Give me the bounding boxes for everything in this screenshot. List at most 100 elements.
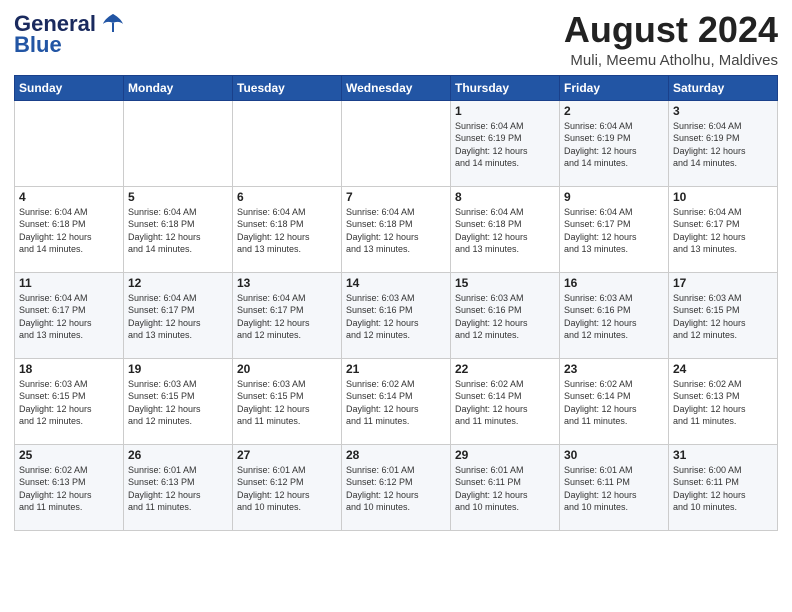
day-info: Sunrise: 6:01 AM Sunset: 6:11 PM Dayligh… — [455, 464, 555, 514]
calendar-header-row: SundayMondayTuesdayWednesdayThursdayFrid… — [15, 75, 778, 100]
title-block: August 2024 Muli, Meemu Atholhu, Maldive… — [564, 10, 778, 69]
calendar-cell: 20 Sunrise: 6:03 AM Sunset: 6:15 PM Dayli… — [233, 358, 342, 444]
day-info: Sunrise: 6:03 AM Sunset: 6:16 PM Dayligh… — [346, 292, 446, 342]
day-info: Sunrise: 6:04 AM Sunset: 6:17 PM Dayligh… — [128, 292, 228, 342]
day-number: 8 — [455, 190, 555, 204]
calendar-cell: 15 Sunrise: 6:03 AM Sunset: 6:16 PM Dayli… — [451, 272, 560, 358]
calendar-cell: 13Sunrise: 6:04 AM Sunset: 6:17 PM Dayli… — [233, 272, 342, 358]
calendar-cell: 2Sunrise: 6:04 AM Sunset: 6:19 PM Daylig… — [560, 100, 669, 186]
day-number: 12 — [128, 276, 228, 290]
day-info: Sunrise: 6:03 AM Sunset: 6:16 PM Dayligh… — [564, 292, 664, 342]
day-info: Sunrise: 6:04 AM Sunset: 6:18 PM Dayligh… — [237, 206, 337, 256]
calendar-cell: 27 Sunrise: 6:01 AM Sunset: 6:12 PM Dayli… — [233, 444, 342, 530]
day-number: 23 — [564, 362, 664, 376]
calendar-cell: 29 Sunrise: 6:01 AM Sunset: 6:11 PM Dayli… — [451, 444, 560, 530]
calendar-cell: 26 Sunrise: 6:01 AM Sunset: 6:13 PM Dayli… — [124, 444, 233, 530]
day-number: 27 — [237, 448, 337, 462]
day-number: 6 — [237, 190, 337, 204]
day-info: Sunrise: 6:03 AM Sunset: 6:15 PM Dayligh… — [237, 378, 337, 428]
day-info: Sunrise: 6:03 AM Sunset: 6:15 PM Dayligh… — [673, 292, 773, 342]
calendar-week-row: 25 Sunrise: 6:02 AM Sunset: 6:13 PM Dayli… — [15, 444, 778, 530]
weekday-header: Sunday — [15, 75, 124, 100]
calendar-cell: 5 Sunrise: 6:04 AM Sunset: 6:18 PM Daylig… — [124, 186, 233, 272]
day-number: 1 — [455, 104, 555, 118]
calendar-cell: 6 Sunrise: 6:04 AM Sunset: 6:18 PM Daylig… — [233, 186, 342, 272]
day-number: 24 — [673, 362, 773, 376]
day-number: 16 — [564, 276, 664, 290]
day-info: Sunrise: 6:02 AM Sunset: 6:13 PM Dayligh… — [673, 378, 773, 428]
calendar-cell: 1 Sunrise: 6:04 AM Sunset: 6:19 PM Daylig… — [451, 100, 560, 186]
calendar-week-row: 11Sunrise: 6:04 AM Sunset: 6:17 PM Dayli… — [15, 272, 778, 358]
calendar-cell — [124, 100, 233, 186]
day-info: Sunrise: 6:01 AM Sunset: 6:12 PM Dayligh… — [346, 464, 446, 514]
day-info: Sunrise: 6:04 AM Sunset: 6:17 PM Dayligh… — [564, 206, 664, 256]
calendar-cell: 24 Sunrise: 6:02 AM Sunset: 6:13 PM Dayli… — [669, 358, 778, 444]
day-number: 22 — [455, 362, 555, 376]
calendar-cell — [15, 100, 124, 186]
day-number: 5 — [128, 190, 228, 204]
weekday-header: Monday — [124, 75, 233, 100]
weekday-header: Tuesday — [233, 75, 342, 100]
calendar-cell: 21Sunrise: 6:02 AM Sunset: 6:14 PM Dayli… — [342, 358, 451, 444]
day-info: Sunrise: 6:04 AM Sunset: 6:19 PM Dayligh… — [564, 120, 664, 170]
calendar-cell: 19 Sunrise: 6:03 AM Sunset: 6:15 PM Dayli… — [124, 358, 233, 444]
sub-title: Muli, Meemu Atholhu, Maldives — [564, 52, 778, 69]
calendar-cell: 10 Sunrise: 6:04 AM Sunset: 6:17 PM Dayli… — [669, 186, 778, 272]
day-info: Sunrise: 6:04 AM Sunset: 6:18 PM Dayligh… — [346, 206, 446, 256]
day-info: Sunrise: 6:02 AM Sunset: 6:14 PM Dayligh… — [346, 378, 446, 428]
day-info: Sunrise: 6:01 AM Sunset: 6:12 PM Dayligh… — [237, 464, 337, 514]
day-info: Sunrise: 6:02 AM Sunset: 6:14 PM Dayligh… — [564, 378, 664, 428]
calendar-cell: 7Sunrise: 6:04 AM Sunset: 6:18 PM Daylig… — [342, 186, 451, 272]
day-number: 26 — [128, 448, 228, 462]
day-info: Sunrise: 6:03 AM Sunset: 6:15 PM Dayligh… — [128, 378, 228, 428]
logo-blue: Blue — [14, 32, 62, 58]
day-number: 31 — [673, 448, 773, 462]
day-number: 15 — [455, 276, 555, 290]
calendar-cell: 8Sunrise: 6:04 AM Sunset: 6:18 PM Daylig… — [451, 186, 560, 272]
day-number: 18 — [19, 362, 119, 376]
day-number: 20 — [237, 362, 337, 376]
day-number: 9 — [564, 190, 664, 204]
calendar-cell: 28Sunrise: 6:01 AM Sunset: 6:12 PM Dayli… — [342, 444, 451, 530]
calendar-cell: 11Sunrise: 6:04 AM Sunset: 6:17 PM Dayli… — [15, 272, 124, 358]
calendar-week-row: 18 Sunrise: 6:03 AM Sunset: 6:15 PM Dayli… — [15, 358, 778, 444]
day-number: 29 — [455, 448, 555, 462]
day-info: Sunrise: 6:00 AM Sunset: 6:11 PM Dayligh… — [673, 464, 773, 514]
day-info: Sunrise: 6:02 AM Sunset: 6:13 PM Dayligh… — [19, 464, 119, 514]
day-number: 3 — [673, 104, 773, 118]
main-title: August 2024 — [564, 10, 778, 50]
calendar-cell: 4Sunrise: 6:04 AM Sunset: 6:18 PM Daylig… — [15, 186, 124, 272]
calendar-cell: 3 Sunrise: 6:04 AM Sunset: 6:19 PM Daylig… — [669, 100, 778, 186]
calendar-week-row: 1 Sunrise: 6:04 AM Sunset: 6:19 PM Daylig… — [15, 100, 778, 186]
day-number: 19 — [128, 362, 228, 376]
day-info: Sunrise: 6:03 AM Sunset: 6:16 PM Dayligh… — [455, 292, 555, 342]
day-number: 17 — [673, 276, 773, 290]
logo-bird-icon — [99, 10, 127, 38]
day-info: Sunrise: 6:03 AM Sunset: 6:15 PM Dayligh… — [19, 378, 119, 428]
calendar-cell: 17 Sunrise: 6:03 AM Sunset: 6:15 PM Dayli… — [669, 272, 778, 358]
day-info: Sunrise: 6:04 AM Sunset: 6:17 PM Dayligh… — [19, 292, 119, 342]
day-number: 10 — [673, 190, 773, 204]
day-info: Sunrise: 6:01 AM Sunset: 6:11 PM Dayligh… — [564, 464, 664, 514]
day-number: 13 — [237, 276, 337, 290]
calendar-cell: 12 Sunrise: 6:04 AM Sunset: 6:17 PM Dayli… — [124, 272, 233, 358]
calendar-cell — [342, 100, 451, 186]
logo: General Blue — [14, 10, 127, 58]
weekday-header: Thursday — [451, 75, 560, 100]
weekday-header: Friday — [560, 75, 669, 100]
calendar-cell: 25 Sunrise: 6:02 AM Sunset: 6:13 PM Dayli… — [15, 444, 124, 530]
calendar-cell: 23 Sunrise: 6:02 AM Sunset: 6:14 PM Dayli… — [560, 358, 669, 444]
page: General Blue August 2024 Muli, Meemu Ath… — [0, 0, 792, 612]
day-info: Sunrise: 6:04 AM Sunset: 6:18 PM Dayligh… — [128, 206, 228, 256]
calendar-cell: 18 Sunrise: 6:03 AM Sunset: 6:15 PM Dayli… — [15, 358, 124, 444]
day-info: Sunrise: 6:04 AM Sunset: 6:18 PM Dayligh… — [19, 206, 119, 256]
day-number: 25 — [19, 448, 119, 462]
day-info: Sunrise: 6:01 AM Sunset: 6:13 PM Dayligh… — [128, 464, 228, 514]
day-info: Sunrise: 6:04 AM Sunset: 6:19 PM Dayligh… — [673, 120, 773, 170]
calendar-cell: 16 Sunrise: 6:03 AM Sunset: 6:16 PM Dayli… — [560, 272, 669, 358]
day-number: 30 — [564, 448, 664, 462]
day-info: Sunrise: 6:04 AM Sunset: 6:17 PM Dayligh… — [673, 206, 773, 256]
weekday-header: Wednesday — [342, 75, 451, 100]
day-info: Sunrise: 6:04 AM Sunset: 6:19 PM Dayligh… — [455, 120, 555, 170]
calendar-cell: 14Sunrise: 6:03 AM Sunset: 6:16 PM Dayli… — [342, 272, 451, 358]
